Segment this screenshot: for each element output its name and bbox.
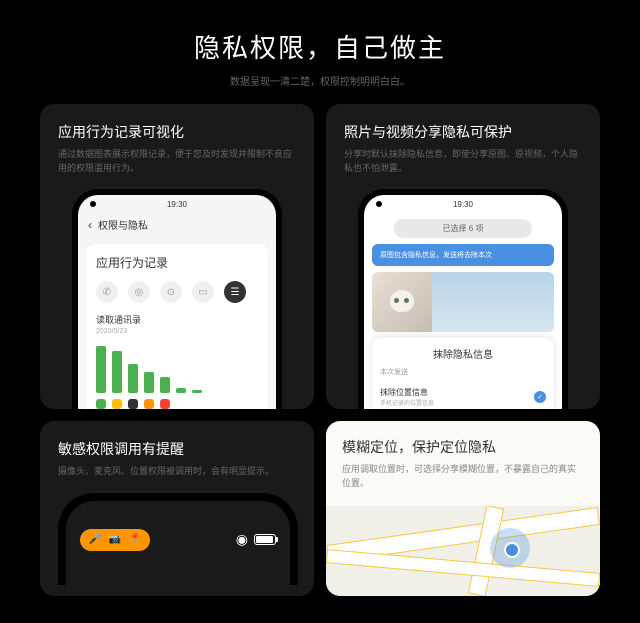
phone-icon[interactable]: ✆ xyxy=(96,281,118,303)
statusbar: 19:30 xyxy=(78,195,276,213)
card-desc: 应用调取位置时，可选择分享模糊位置，不暴露自己的真实位置。 xyxy=(342,463,584,490)
bar xyxy=(112,351,122,393)
chart-title: 读取通讯录 xyxy=(96,313,258,326)
phone-screen: 🎤 📷 📍 ◉ xyxy=(66,501,290,585)
page-subtitle: 数据呈现一清二楚，权限控制明明白白。 xyxy=(0,73,640,88)
card-app-behavior: 应用行为记录可视化 通过数据图表展示权限记录，便于您及时发现并限制不良应用的权限… xyxy=(40,104,314,409)
card-photo-privacy: 照片与视频分享隐私可保护 分享时默认抹除隐私信息，即使分享原图、原视频，个人隐私… xyxy=(326,104,600,409)
nav-title: 权限与隐私 xyxy=(98,217,148,232)
cat-image xyxy=(372,272,432,332)
mic-icon: 🎤 xyxy=(88,533,102,547)
card-fuzzy-location: 模糊定位，保护定位隐私 应用调取位置时，可选择分享模糊位置，不暴露自己的真实位置… xyxy=(326,421,600,596)
back-icon[interactable]: ‹ xyxy=(88,218,92,232)
row-label: 抹除位置信息 xyxy=(380,387,434,398)
phone-mockup: 🎤 📷 📍 ◉ xyxy=(58,493,298,585)
selection-chip: 已选择 6 项 xyxy=(394,219,532,238)
check-icon[interactable]: ✓ xyxy=(534,391,546,403)
app-dot xyxy=(96,399,106,409)
photo-thumbnail[interactable] xyxy=(372,272,554,332)
page-header: 隐私权限，自己做主 数据呈现一清二楚，权限控制明明白白。 xyxy=(0,0,640,104)
sheet-subtitle: 本次发送 xyxy=(380,367,546,377)
permission-pill: 🎤 📷 📍 xyxy=(80,529,150,551)
card-permission-alert: 敏感权限调用有提醒 摄像头、麦克风、位置权限被调用时，会有明显提示。 🎤 📷 📍… xyxy=(40,421,314,596)
phone-screen: 19:30 ‹ 权限与隐私 应用行为记录 ✆ ◎ ⊙ ▭ ☰ 读取通讯录 202… xyxy=(78,195,276,409)
location-icon[interactable]: ⊙ xyxy=(160,281,182,303)
battery-icon xyxy=(254,534,276,545)
app-dot xyxy=(160,399,170,409)
app-dots xyxy=(96,399,258,409)
status-icons: ◉ xyxy=(236,531,276,548)
camera-icon: 📷 xyxy=(108,533,122,547)
bar xyxy=(160,377,170,393)
card-desc: 通过数据图表展示权限记录，便于您及时发现并限制不良应用的权限滥用行为。 xyxy=(58,148,296,175)
sheet-title: 抹除隐私信息 xyxy=(380,346,546,361)
privacy-sheet: 抹除隐私信息 本次发送 抹除位置信息 手机记录的位置信息 ✓ 抹除拍摄数据 手机… xyxy=(372,338,554,409)
storage-icon[interactable]: ▭ xyxy=(192,281,214,303)
panel-title: 应用行为记录 xyxy=(96,254,258,271)
option-row[interactable]: 抹除位置信息 手机记录的位置信息 ✓ xyxy=(380,383,546,409)
app-dot xyxy=(112,399,122,409)
page-title: 隐私权限，自己做主 xyxy=(0,28,640,65)
camera-icon[interactable]: ◎ xyxy=(128,281,150,303)
phone-mockup: 19:30 ‹ 权限与隐私 应用行为记录 ✆ ◎ ⊙ ▭ ☰ 读取通讯录 202… xyxy=(72,189,282,409)
sky-image xyxy=(432,272,554,332)
app-dot xyxy=(144,399,154,409)
bar xyxy=(128,364,138,393)
bar xyxy=(176,388,186,393)
contacts-icon[interactable]: ☰ xyxy=(224,281,246,303)
bar-chart xyxy=(96,341,258,393)
nav-bar: ‹ 权限与隐私 xyxy=(78,213,276,236)
card-desc: 摄像头、麦克风、位置权限被调用时，会有明显提示。 xyxy=(58,465,296,479)
category-icons: ✆ ◎ ⊙ ▭ ☰ xyxy=(96,281,258,303)
feature-grid: 应用行为记录可视化 通过数据图表展示权限记录，便于您及时发现并限制不良应用的权限… xyxy=(0,104,640,596)
card-title: 敏感权限调用有提醒 xyxy=(58,439,296,459)
location-icon: 📍 xyxy=(128,533,142,547)
card-title: 照片与视频分享隐私可保护 xyxy=(344,122,582,142)
card-title: 应用行为记录可视化 xyxy=(58,122,296,142)
bar xyxy=(96,346,106,393)
app-dot xyxy=(128,399,138,409)
bar xyxy=(192,390,202,393)
statusbar: 19:30 xyxy=(364,195,562,213)
card-desc: 分享时默认抹除隐私信息，即使分享原图、原视频，个人隐私也不怕泄露。 xyxy=(344,148,582,175)
location-marker-icon xyxy=(490,528,530,568)
info-banner: 原图包含隐私信息，发送将去除本次 xyxy=(372,244,554,266)
map-illustration xyxy=(326,506,600,596)
wifi-icon: ◉ xyxy=(236,531,248,548)
bar xyxy=(144,372,154,393)
behavior-panel: 应用行为记录 ✆ ◎ ⊙ ▭ ☰ 读取通讯录 2020/5/23 xyxy=(86,244,268,409)
road xyxy=(326,549,600,587)
card-title: 模糊定位，保护定位隐私 xyxy=(342,437,584,457)
phone-mockup: 19:30 已选择 6 项 原图包含隐私信息，发送将去除本次 抹除隐私信息 本次… xyxy=(358,189,568,409)
row-sublabel: 手机记录的位置信息 xyxy=(380,398,434,407)
chart-date: 2020/5/23 xyxy=(96,328,258,335)
phone-screen: 19:30 已选择 6 项 原图包含隐私信息，发送将去除本次 抹除隐私信息 本次… xyxy=(364,195,562,409)
